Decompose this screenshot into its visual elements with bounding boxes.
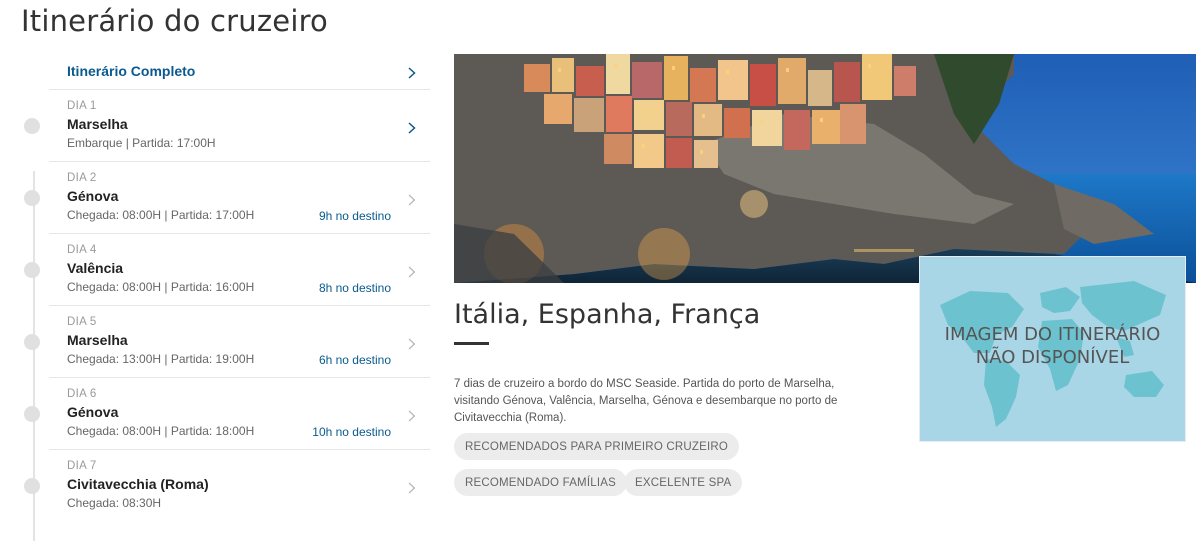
day-row-1[interactable]: DIA 1 Marselha Embarque | Partida: 17:00… [24,90,430,162]
time-in-destination: 10h no destino [312,425,391,439]
day-row-2[interactable]: DIA 2 Génova Chegada: 08:00H | Partida: … [24,162,430,234]
itinerary-map-placeholder: IMAGEM DO ITINERÁRIO NÃO DISPONÍVEL [919,256,1186,442]
timeline-dot [24,406,40,422]
port-name: Génova [67,188,119,204]
map-unavailable-text: IMAGEM DO ITINERÁRIO NÃO DISPONÍVEL [920,323,1185,369]
time-in-destination: 8h no destino [318,281,391,295]
itinerary-sidebar: Itinerário Completo DIA 1 Marselha Embar… [0,53,430,541]
port-name: Marselha [67,116,128,132]
port-times: Chegada: 08:00H | Partida: 16:00H [67,280,255,294]
cruise-description: 7 dias de cruzeiro a bordo do MSC Seasid… [454,377,838,424]
day-row-5[interactable]: DIA 6 Génova Chegada: 08:00H | Partida: … [24,378,430,450]
map-text-line-1: IMAGEM DO ITINERÁRIO [944,324,1161,345]
port-times: Embarque | Partida: 17:00H [67,136,216,150]
timeline-dot [24,478,40,494]
full-itinerary-label: Itinerário Completo [67,63,196,79]
time-in-destination: 9h no destino [318,209,391,223]
day-number: DIA 1 [67,100,97,112]
day-number: DIA 2 [67,172,97,184]
full-itinerary-link[interactable]: Itinerário Completo [49,53,430,90]
day-number: DIA 7 [67,460,97,472]
chevron-right-icon [408,121,416,134]
day-row-6[interactable]: DIA 7 Civitavecchia (Roma) Chegada: 08:3… [24,450,430,521]
timeline-dot [24,118,40,134]
day-number: DIA 4 [67,244,97,256]
timeline-dot [24,262,40,278]
timeline-dot [24,190,40,206]
chevron-right-icon [408,194,416,205]
chevron-right-icon [408,338,416,349]
chevron-right-icon [408,67,416,79]
port-times: Chegada: 08:00H | Partida: 17:00H [67,208,255,222]
chevron-right-icon [408,266,416,277]
port-name: Marselha [67,332,128,348]
port-times: Chegada: 13:00H | Partida: 19:00H [67,352,255,366]
day-number: DIA 6 [67,388,97,400]
map-text-line-2: NÃO DISPONÍVEL [975,347,1130,368]
day-row-4[interactable]: DIA 5 Marselha Chegada: 13:00H | Partida… [24,306,430,378]
tag-first-cruise[interactable]: RECOMENDADOS PARA PRIMEIRO CRUZEIRO [454,433,740,460]
destination-title: Itália, Espanha, França [454,299,761,330]
port-name: Génova [67,404,119,420]
title-divider [454,342,489,345]
tag-spa[interactable]: EXCELENTE SPA [624,469,743,496]
port-name: Civitavecchia (Roma) [67,476,209,492]
timeline-dot [24,334,40,350]
tag-families[interactable]: RECOMENDADO FAMÍLIAS [454,469,627,496]
day-row-3[interactable]: DIA 4 Valência Chegada: 08:00H | Partida… [24,234,430,306]
chevron-right-icon [408,482,416,493]
port-name: Valência [67,260,124,276]
page-title: Itinerário do cruzeiro [21,4,329,38]
destination-hero-image [454,54,1196,283]
time-in-destination: 6h no destino [318,353,391,367]
day-number: DIA 5 [67,316,97,328]
port-times: Chegada: 08:00H | Partida: 18:00H [67,424,255,438]
chevron-right-icon [408,410,416,421]
port-times: Chegada: 08:30H [67,496,162,510]
